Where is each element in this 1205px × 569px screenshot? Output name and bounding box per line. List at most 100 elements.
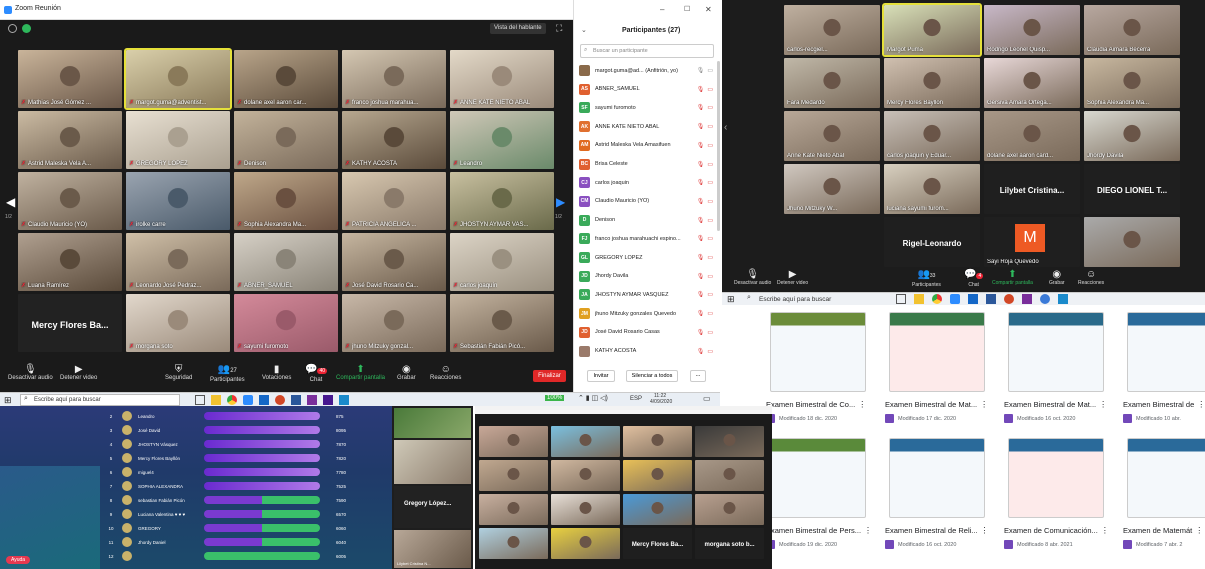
mute-all-button[interactable]: Silenciar a todos	[626, 370, 678, 382]
participant-search-input[interactable]: ⌕ Buscar un participante	[580, 44, 714, 58]
video-tile[interactable]	[479, 494, 548, 525]
video-off-icon[interactable]: ▭	[707, 217, 713, 224]
video-tile[interactable]	[695, 494, 764, 525]
video-tile[interactable]	[551, 426, 620, 457]
form-card[interactable]: Examen Bimestral de Mat... ⋮ Modificado 16…	[1002, 312, 1114, 432]
powerpoint-icon[interactable]	[1004, 294, 1014, 304]
kahoot-icon[interactable]	[323, 395, 333, 405]
video-tile[interactable]	[623, 426, 692, 457]
end-meeting-button[interactable]: Finalizar	[533, 370, 566, 382]
video-off-icon[interactable]: ▭	[707, 235, 713, 242]
muted-mic-icon[interactable]: 🎙	[697, 123, 705, 130]
video-tile[interactable]: ✗ JHOSTYN AYMAR VAS...	[450, 172, 554, 230]
share-screen-button[interactable]: ⬆ Compartir pantalla	[992, 269, 1033, 286]
video-off-icon[interactable]: ▭	[707, 348, 713, 355]
video-off-icon[interactable]: ▭	[707, 123, 713, 130]
participants-button[interactable]: 👥33 Participantes	[912, 269, 941, 288]
window-close-icon[interactable]: ✕	[705, 5, 712, 14]
video-tile[interactable]: ✗ Luana Ramírez	[18, 233, 122, 291]
language-indicator[interactable]: ESP	[630, 396, 642, 402]
help-button[interactable]: Ayuda	[6, 556, 31, 564]
media-icon[interactable]	[1058, 294, 1068, 304]
polls-button[interactable]: ▮ Votaciones	[262, 364, 291, 381]
reactions-button[interactable]: ☺ Reacciones	[1078, 269, 1104, 286]
participant-row[interactable]: AS ABNER_SAMUEL 🎙 ▭	[576, 80, 716, 99]
video-tile[interactable]	[551, 494, 620, 525]
video-tile[interactable]: ✗ sayumi furomoto	[234, 294, 338, 352]
zoom-app-icon[interactable]	[950, 294, 960, 304]
more-options-button[interactable]: ...	[690, 370, 706, 382]
video-tile[interactable]: ✗ Leandro	[450, 111, 554, 169]
video-off-icon[interactable]: ▭	[707, 310, 713, 317]
video-off-icon[interactable]: ▭	[707, 104, 713, 111]
video-tile[interactable]: ✗ ABNER_SAMUEL	[234, 233, 338, 291]
participant-row[interactable]: AM Astrid Maleska Vela Amasifuen 🎙 ▭	[576, 136, 716, 155]
onenote-icon[interactable]	[307, 395, 317, 405]
stop-video-button[interactable]: ▶ Detener video	[60, 364, 97, 381]
taskbar-search-placeholder[interactable]: Escribe aquí para buscar	[759, 296, 831, 303]
video-tile[interactable]: ✗ Claudio Mauricio (YO)	[18, 172, 122, 230]
more-vert-icon[interactable]: ⋮	[1101, 526, 1109, 535]
muted-mic-icon[interactable]: 🎙	[697, 217, 705, 224]
muted-mic-icon[interactable]: 🎙	[697, 161, 705, 168]
video-off-icon[interactable]: ▭	[707, 86, 713, 93]
participant-row[interactable]: BC Brisa Celeste 🎙 ▭	[576, 155, 716, 174]
participant-row[interactable]: JM jhuno Mitzuky gonzales Quevedo 🎙 ▭	[576, 304, 716, 323]
video-tile[interactable]	[551, 528, 620, 559]
video-tile[interactable]: Jhuno Mitzuky W...	[784, 164, 880, 214]
video-tile[interactable]	[479, 426, 548, 457]
video-tile[interactable]: morgana soto b...	[695, 528, 764, 559]
video-tile[interactable]	[623, 460, 692, 491]
task-view-icon[interactable]	[195, 395, 205, 405]
video-off-icon[interactable]: ▭	[707, 291, 713, 298]
muted-mic-icon[interactable]: 🎙	[697, 86, 705, 93]
stop-video-button[interactable]: ▶ Detener video	[777, 269, 808, 286]
chrome-profile-icon[interactable]	[1040, 294, 1050, 304]
muted-mic-icon[interactable]: 🎙	[697, 329, 705, 336]
outlook-icon[interactable]	[259, 395, 269, 405]
word-icon[interactable]	[986, 294, 996, 304]
participant-row[interactable]: FJ franco joshua marahuachi espino... 🎙 ▭	[576, 229, 716, 248]
video-tile[interactable]: dolane axel aaron card...	[984, 111, 1080, 161]
video-tile[interactable]: ✗ Leonardo José Pedraz...	[126, 233, 230, 291]
muted-mic-icon[interactable]: 🎙	[697, 104, 705, 111]
mute-audio-button[interactable]: 🎙 Desactivar audio	[734, 269, 771, 286]
participant-row[interactable]: KATHY ACOSTA 🎙 ▭	[576, 342, 716, 361]
more-vert-icon[interactable]: ⋮	[858, 400, 866, 409]
video-off-icon[interactable]: ▭	[707, 161, 713, 168]
record-button[interactable]: ◉ Grabar	[1049, 269, 1065, 286]
video-tile[interactable]: ✗ ANNE KATE NIETO ABAL	[450, 50, 554, 108]
video-tile[interactable]: ✗ PATRICIA ANGELICA ...	[342, 172, 446, 230]
muted-mic-icon[interactable]: 🎙	[697, 198, 705, 205]
form-card[interactable]: Examen de Matemát ⋮ Modificado 7 abr. 2	[1121, 438, 1205, 558]
task-view-icon[interactable]	[896, 294, 906, 304]
muted-mic-icon[interactable]: 🎙	[697, 67, 705, 74]
view-button[interactable]: Vista del hablante	[490, 23, 546, 34]
video-tile[interactable]: ✗ margot.guma@adventist...	[124, 48, 232, 110]
video-tile[interactable]: ✗ carlos joaquín	[450, 233, 554, 291]
window-minimize-icon[interactable]: –	[660, 5, 664, 14]
video-off-icon[interactable]: ▭	[707, 254, 713, 261]
video-tile[interactable]: Rodrigo Leonel Quisp...	[984, 5, 1080, 55]
video-tile[interactable]: Sophia Alexandra Ma...	[1084, 58, 1180, 108]
video-tile[interactable]: ✗ franco joshua marahua...	[342, 50, 446, 108]
participant-row[interactable]: JD Jhordy Davila 🎙 ▭	[576, 267, 716, 286]
form-card[interactable]: Examen Bimestral de Mat... ⋮ Modificado 17…	[883, 312, 995, 432]
reactions-button[interactable]: ☺ Reacciones	[430, 364, 461, 381]
video-tile[interactable]	[479, 528, 548, 559]
invite-button[interactable]: Invitar	[587, 370, 615, 382]
muted-mic-icon[interactable]: 🎙	[697, 348, 705, 355]
word-icon[interactable]	[291, 395, 301, 405]
share-screen-button[interactable]: ⬆ Compartir pantalla	[336, 364, 385, 381]
more-vert-icon[interactable]: ⋮	[981, 526, 989, 535]
collapse-chevron-icon[interactable]: ⌄	[581, 26, 587, 34]
video-tile[interactable]: carlos joaquin y Eduar...	[884, 111, 980, 161]
video-tile[interactable]	[1084, 217, 1180, 267]
participant-row[interactable]: JD José David Rosario Casas 🎙 ▭	[576, 323, 716, 342]
form-card[interactable]: Examen Bimestral de Co... ⋮ Modificado 18 …	[764, 312, 876, 432]
participant-row[interactable]: CJ carlos joaquin 🎙 ▭	[576, 173, 716, 192]
zoom-app-icon[interactable]	[243, 395, 253, 405]
video-tile[interactable]: Gersiva Amara Ortega...	[984, 58, 1080, 108]
prev-page-arrow-icon[interactable]: ◀	[6, 195, 15, 209]
taskbar-search-box[interactable]: ⌕ Escribe aquí para buscar	[20, 394, 180, 406]
